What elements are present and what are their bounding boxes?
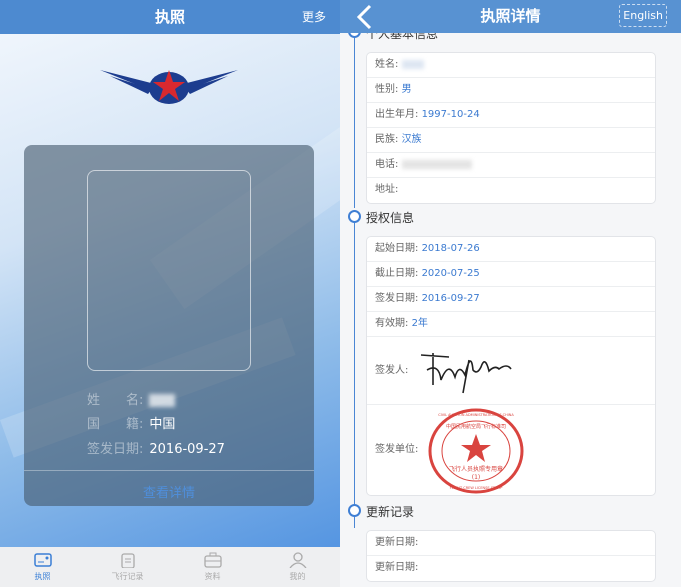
english-button[interactable]: English: [619, 4, 667, 27]
signature-image: [420, 353, 512, 394]
svg-text:飞行人员执照专用章: 飞行人员执照专用章: [449, 465, 503, 473]
info-row: 更新日期:: [367, 531, 655, 556]
info-row: 签发日期: 2016-09-27: [367, 287, 655, 312]
divider: [24, 470, 314, 471]
tab-bar: 执照 飞行记录 资料 我的: [0, 547, 340, 587]
field-nationality: 国 籍: 中国: [87, 417, 176, 432]
personal-info-card: 姓名: 性别: 男 出生年月: 1997-10-24 民族: 汉族 电话: 地址…: [366, 52, 656, 204]
authorization-card: 起始日期: 2018-07-26 截止日期: 2020-07-25 签发日期: …: [366, 236, 656, 496]
info-row: 截止日期: 2020-07-25: [367, 262, 655, 287]
header: 执照 更多: [0, 0, 340, 34]
field-issue-date: 签发日期: 2016-09-27: [87, 442, 225, 457]
license-detail-screen: 执照详情 English 个人基本信息 姓名: 性别: 男 出生年月: 1997…: [340, 0, 681, 587]
official-stamp: 飞行人员执照专用章 (1) 中国民用航空局飞行标准司 CIVIL AVIATIO…: [428, 408, 524, 494]
svg-text:(1): (1): [472, 474, 481, 481]
svg-text:FLIGHT CREW LICENSE STAMP: FLIGHT CREW LICENSE STAMP: [450, 486, 503, 490]
page-title: 执照详情: [480, 7, 541, 25]
info-row: 起始日期: 2018-07-26: [367, 237, 655, 262]
briefcase-icon: [203, 552, 222, 568]
license-screen: 执照 更多 姓 名: 国 籍: 中国 签发日期: 2016-09-27 查看详情 执照…: [0, 0, 340, 587]
more-button[interactable]: 更多: [302, 0, 326, 34]
photo-frame: [87, 170, 251, 371]
tab-profile[interactable]: 我的: [255, 547, 340, 587]
view-details-link[interactable]: 查看详情: [24, 482, 314, 501]
info-row: 有效期: 2年: [367, 312, 655, 337]
timeline-dot: [348, 210, 361, 223]
redacted-value: [401, 59, 424, 69]
timeline-line: [354, 30, 355, 208]
redacted-value: [401, 159, 472, 169]
info-row: 更新日期:: [375, 562, 419, 573]
info-row: 电话:: [367, 153, 655, 178]
license-card: 姓 名: 国 籍: 中国 签发日期: 2016-09-27 查看详情: [24, 145, 314, 506]
update-records-card: 更新日期: 更新日期:: [366, 530, 656, 582]
info-row: 性别: 男: [367, 78, 655, 103]
caac-logo: [100, 70, 238, 104]
section-title: 更新记录: [366, 505, 415, 519]
info-row: 姓名:: [367, 53, 655, 78]
svg-text:CIVIL AVIATION ADMINISTRATION: CIVIL AVIATION ADMINISTRATION OF CHINA: [438, 413, 514, 417]
tab-flight-log[interactable]: 飞行记录: [85, 547, 170, 587]
timeline-line: [354, 216, 355, 510]
timeline-dot: [348, 504, 361, 517]
clipboard-icon: [120, 553, 135, 568]
svg-text:中国民用航空局飞行标准司: 中国民用航空局飞行标准司: [446, 423, 506, 430]
page-title: 执照: [154, 8, 185, 26]
tab-documents[interactable]: 资料: [170, 547, 255, 587]
back-arrow-icon[interactable]: [356, 4, 372, 30]
info-row: 出生年月: 1997-10-24: [367, 103, 655, 128]
field-name: 姓 名:: [87, 389, 176, 408]
person-icon: [288, 552, 307, 568]
section-title: 授权信息: [366, 211, 415, 225]
issuing-unit-row: 签发单位: 飞行人员执照专用章 (1) 中国民用航空局飞行标准司 CIVIL A…: [367, 405, 655, 495]
info-row: 民族: 汉族: [367, 128, 655, 153]
info-row: 地址:: [375, 184, 399, 195]
signer-row: 签发人:: [367, 337, 655, 405]
license-card-icon: [33, 553, 52, 567]
redacted-value: [149, 394, 176, 407]
header: 执照详情 English: [340, 0, 681, 33]
tab-license[interactable]: 执照: [0, 547, 85, 587]
